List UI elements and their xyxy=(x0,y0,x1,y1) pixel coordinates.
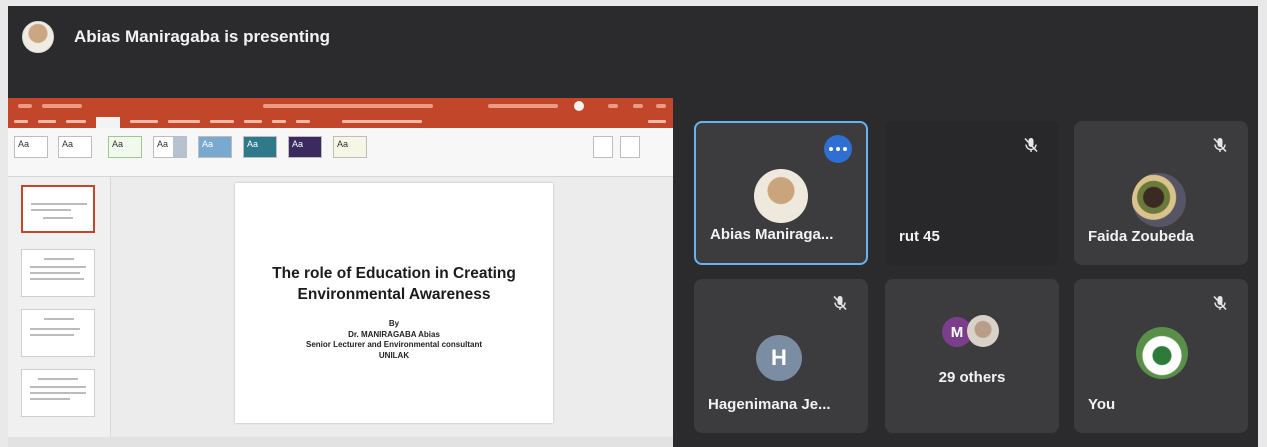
mic-off-icon xyxy=(1213,137,1227,153)
slide-thumbnail[interactable] xyxy=(21,309,95,357)
participant-tile-rut[interactable]: rut 45 xyxy=(885,121,1059,265)
participant-tile-faida[interactable]: Faida Zoubeda xyxy=(1074,121,1248,265)
meeting-window: Abias Maniragaba is presenting Aa Aa Aa … xyxy=(8,6,1258,447)
presenter-avatar xyxy=(22,21,54,53)
participant-name: You xyxy=(1088,396,1116,413)
slide-thumbnail[interactable] xyxy=(21,369,95,417)
presenting-text: Abias Maniragaba is presenting xyxy=(74,27,331,46)
avatar xyxy=(967,315,999,347)
participant-name: Faida Zoubeda xyxy=(1088,228,1194,245)
avatar xyxy=(1136,327,1188,379)
others-count: 29 others xyxy=(938,369,1006,386)
avatar xyxy=(754,169,808,223)
others-tile[interactable]: M 29 others xyxy=(885,279,1059,433)
participant-name: Abias Maniraga... xyxy=(710,226,834,243)
participant-name: Hagenimana Je... xyxy=(708,396,831,413)
powerpoint-titlebar xyxy=(8,98,673,116)
more-options-icon[interactable] xyxy=(824,135,852,163)
slide-thumbnail-pane[interactable] xyxy=(8,177,111,447)
mic-off-icon xyxy=(833,295,847,311)
current-slide: The role of Education in Creating Enviro… xyxy=(235,183,553,423)
powerpoint-ribbon-tabs xyxy=(8,116,673,128)
participant-tile-you[interactable]: You xyxy=(1074,279,1248,433)
presenting-banner: Abias Maniragaba is presenting xyxy=(8,6,1258,68)
participant-tile-hagenimana[interactable]: H Hagenimana Je... xyxy=(694,279,868,433)
slide-title: The role of Education in Creating Enviro… xyxy=(272,265,516,303)
slide-thumbnail[interactable] xyxy=(21,249,95,297)
shared-screen[interactable]: Aa Aa Aa Aa Aa Aa Aa Aa The role of Educ… xyxy=(8,98,673,447)
mic-off-icon xyxy=(1213,295,1227,311)
slide-body: By Dr. MANIRAGABA Abias Senior Lecturer … xyxy=(305,319,483,360)
avatar: H xyxy=(756,335,802,381)
avatar xyxy=(1132,173,1186,227)
slide-editor[interactable]: The role of Education in Creating Enviro… xyxy=(111,177,673,447)
participant-tile-abias[interactable]: Abias Maniraga... xyxy=(694,121,868,265)
powerpoint-statusbar xyxy=(8,437,673,447)
mic-off-icon xyxy=(1024,137,1038,153)
slide-thumbnail[interactable] xyxy=(21,185,95,233)
participant-name: rut 45 xyxy=(899,228,940,245)
powerpoint-ribbon: Aa Aa Aa Aa Aa Aa Aa Aa xyxy=(8,128,673,177)
